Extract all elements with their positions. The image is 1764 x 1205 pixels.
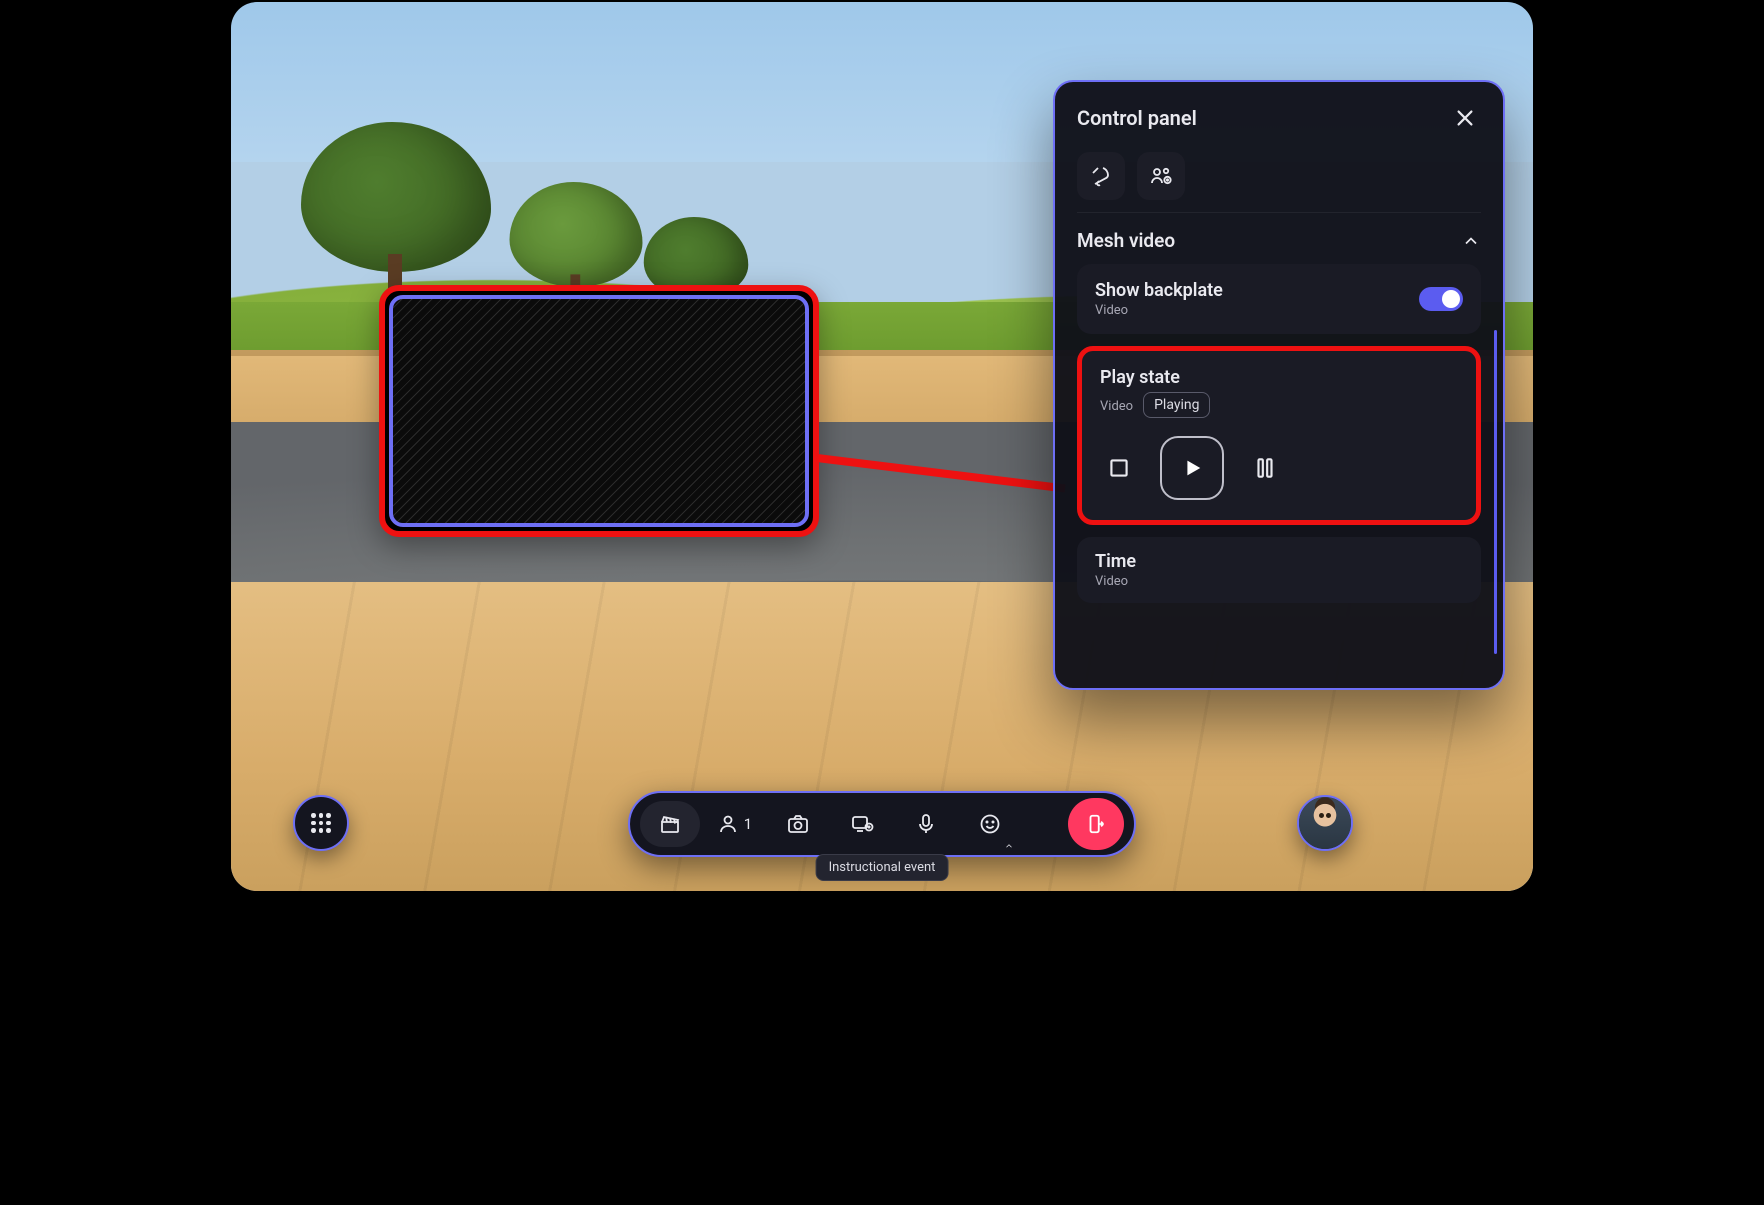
chevron-up-icon[interactable] (1461, 231, 1481, 251)
show-backplate-sublabel: Video (1095, 303, 1223, 318)
section-mesh-video-title: Mesh video (1077, 229, 1175, 252)
show-backplate-toggle[interactable] (1419, 287, 1463, 311)
chevron-up-icon (1004, 841, 1014, 851)
show-backplate-label: Show backplate (1095, 280, 1223, 301)
time-label: Time (1095, 551, 1463, 572)
play-button[interactable] (1160, 436, 1224, 500)
play-icon (1181, 457, 1203, 479)
leave-button[interactable] (1068, 798, 1124, 850)
leave-icon (1085, 813, 1107, 835)
stop-icon (1106, 455, 1132, 481)
play-state-row-highlight: Play state Video Playing (1077, 346, 1481, 525)
stop-button[interactable] (1100, 449, 1138, 487)
event-tools-button[interactable] (640, 801, 700, 847)
pause-button[interactable] (1246, 449, 1284, 487)
panel-scrollbar[interactable] (1494, 330, 1497, 654)
close-button[interactable] (1449, 102, 1481, 134)
play-state-status-badge: Playing (1143, 392, 1210, 418)
toolbar-tooltip: Instructional event (816, 854, 949, 881)
person-icon (716, 812, 740, 836)
participants-button[interactable]: 1 (704, 801, 764, 847)
camera-button[interactable] (768, 801, 828, 847)
time-sublabel: Video (1095, 574, 1463, 589)
scene-video-content[interactable] (389, 295, 809, 527)
clapperboard-icon (658, 812, 682, 836)
mic-button[interactable] (896, 801, 956, 847)
control-panel: Control panel Mesh video (1053, 80, 1505, 690)
close-icon (1454, 107, 1476, 129)
time-row: Time Video (1077, 537, 1481, 603)
camera-icon (786, 812, 810, 836)
share-screen-button[interactable] (832, 801, 892, 847)
apps-grid-icon (311, 813, 331, 833)
notify-action-button[interactable] (1077, 152, 1125, 200)
reactions-button[interactable] (960, 801, 1020, 847)
control-panel-title: Control panel (1077, 106, 1197, 130)
smile-icon (978, 812, 1002, 836)
screenshare-icon (850, 812, 874, 836)
pause-icon (1252, 455, 1278, 481)
bell-icon (1089, 164, 1113, 188)
meeting-toolbar: 1 (628, 791, 1136, 857)
play-state-label: Play state (1100, 367, 1458, 388)
people-action-button[interactable] (1137, 152, 1185, 200)
mic-icon (914, 812, 938, 836)
scene-video-screen-highlight (379, 285, 819, 537)
participants-count: 1 (744, 815, 752, 833)
avatar-image (1299, 797, 1351, 849)
apps-menu-button[interactable] (293, 795, 349, 851)
show-backplate-row: Show backplate Video (1077, 264, 1481, 334)
play-state-sublabel: Video (1100, 399, 1133, 414)
profile-avatar-button[interactable] (1297, 795, 1353, 851)
mesh-environment-frame: Control panel Mesh video (229, 0, 1535, 893)
people-plus-icon (1149, 164, 1173, 188)
